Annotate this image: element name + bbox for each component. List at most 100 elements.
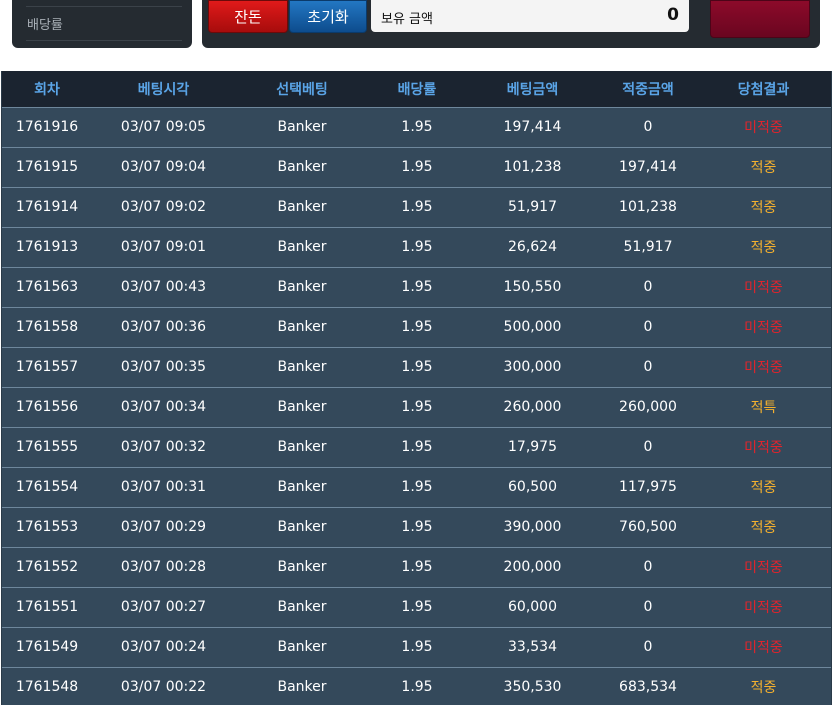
table-row: 1761549 03/07 00:24 Banker 1.95 33,534 0 미적중 <box>2 626 831 667</box>
bet-time-cell: 03/07 00:36 <box>92 306 235 347</box>
round-cell: 1761552 <box>2 546 92 587</box>
odds-cell: 1.95 <box>369 586 465 627</box>
round-header: 회차 <box>34 81 60 98</box>
table-row: 1761555 03/07 00:32 Banker 1.95 17,975 0 미적중 <box>2 426 831 467</box>
odds-cell: 1.95 <box>369 186 465 227</box>
selected-bet-cell: Banker <box>235 666 369 707</box>
result-cell: 미적중 <box>696 346 831 387</box>
bet-button[interactable] <box>710 0 810 38</box>
odds-cell: 1.95 <box>369 146 465 187</box>
table-header-row: 회차 베팅시각 선택베팅 배당률 베팅금액 적중금액 당첨결과 <box>2 71 831 107</box>
selected-bet-header: 선택베팅 <box>276 81 328 98</box>
selected-bet-cell: Banker <box>235 586 369 627</box>
bet-time-cell: 03/07 09:01 <box>92 226 235 267</box>
result-cell: 적중 <box>696 226 831 267</box>
table-row: 1761916 03/07 09:05 Banker 1.95 197,414 0 미적중 <box>2 106 831 147</box>
win-amount-header: 적중금액 <box>622 81 674 98</box>
selected-bet-cell: Banker <box>235 546 369 587</box>
odds-cell: 1.95 <box>369 466 465 507</box>
win-amount-cell: 683,534 <box>600 666 696 707</box>
selected-bet-cell: Banker <box>235 146 369 187</box>
balance-button[interactable]: 잔돈 <box>208 0 288 33</box>
odds-cell: 1.95 <box>369 106 465 147</box>
win-amount-cell: 0 <box>600 106 696 147</box>
reset-button[interactable]: 초기화 <box>289 0 367 33</box>
table-row: 1761563 03/07 00:43 Banker 1.95 150,550 0 미적중 <box>2 266 831 307</box>
win-amount-cell: 0 <box>600 306 696 347</box>
bet-time-cell: 03/07 00:35 <box>92 346 235 387</box>
win-amount-cell: 0 <box>600 266 696 307</box>
bet-time-cell: 03/07 00:43 <box>92 266 235 307</box>
bet-amount-cell: 260,000 <box>465 386 600 427</box>
selected-bet-cell: Banker <box>235 426 369 467</box>
round-cell: 1761563 <box>2 266 92 307</box>
win-amount-cell: 117,975 <box>600 466 696 507</box>
bet-amount-cell: 26,624 <box>465 226 600 267</box>
bet-time-cell: 03/07 00:28 <box>92 546 235 587</box>
round-cell: 1761551 <box>2 586 92 627</box>
bet-time-cell: 03/07 00:32 <box>92 426 235 467</box>
bet-time-cell: 03/07 00:34 <box>92 386 235 427</box>
win-amount-cell: 0 <box>600 626 696 667</box>
result-cell: 적중 <box>696 666 831 707</box>
win-amount-cell: 0 <box>600 546 696 587</box>
result-cell: 적특 <box>696 386 831 427</box>
result-cell: 적중 <box>696 186 831 227</box>
table-row: 1761556 03/07 00:34 Banker 1.95 260,000 260,0… <box>2 386 831 427</box>
selected-bet-cell: Banker <box>235 386 369 427</box>
result-cell: 적중 <box>696 466 831 507</box>
bet-amount-cell: 197,414 <box>465 106 600 147</box>
table-row: 1761548 03/07 00:22 Banker 1.95 350,530 683,5… <box>2 666 831 707</box>
bet-time-cell: 03/07 00:29 <box>92 506 235 547</box>
bet-amount-cell: 51,917 <box>465 186 600 227</box>
result-cell: 미적중 <box>696 426 831 467</box>
bet-amount-cell: 33,534 <box>465 626 600 667</box>
win-amount-cell: 0 <box>600 346 696 387</box>
selected-bet-cell: Banker <box>235 346 369 387</box>
table-row: 1761553 03/07 00:29 Banker 1.95 390,000 760,5… <box>2 506 831 547</box>
table-row: 1761915 03/07 09:04 Banker 1.95 101,238 197,4… <box>2 146 831 187</box>
bet-amount-cell: 60,500 <box>465 466 600 507</box>
round-cell: 1761549 <box>2 626 92 667</box>
result-header: 당첨결과 <box>737 81 790 98</box>
bet-time-cell: 03/07 00:31 <box>92 466 235 507</box>
table-row: 1761913 03/07 09:01 Banker 1.95 26,624 51,917… <box>2 226 831 267</box>
table-row: 1761558 03/07 00:36 Banker 1.95 500,000 0 미적중 <box>2 306 831 347</box>
odds-cell: 1.95 <box>369 546 465 587</box>
win-amount-cell: 197,414 <box>600 146 696 187</box>
selected-bet-cell: Banker <box>235 186 369 227</box>
bet-amount-cell: 101,238 <box>465 146 600 187</box>
odds-cell: 1.95 <box>369 226 465 267</box>
bet-amount-cell: 300,000 <box>465 346 600 387</box>
win-amount-cell: 0 <box>600 426 696 467</box>
odds-header: 배당률 <box>397 81 437 98</box>
bet-amount-header: 베팅금액 <box>506 81 559 98</box>
bet-amount-cell: 150,550 <box>465 266 600 307</box>
result-cell: 미적중 <box>696 586 831 627</box>
win-amount-cell: 101,238 <box>600 186 696 227</box>
selected-bet-cell: Banker <box>235 106 369 147</box>
win-amount-cell: 760,500 <box>600 506 696 547</box>
bet-amount-cell: 390,000 <box>465 506 600 547</box>
odds-cell: 1.95 <box>369 666 465 707</box>
top-controls: 배당률 잔돈 초기화 보유 금액 0 <box>0 0 832 62</box>
result-cell: 미적중 <box>696 626 831 667</box>
table-body: 1761916 03/07 09:05 Banker 1.95 197,414 0 미적중 1… <box>2 106 831 707</box>
selected-bet-cell: Banker <box>235 266 369 307</box>
round-cell: 1761916 <box>2 106 92 147</box>
win-amount-cell: 51,917 <box>600 226 696 267</box>
bet-amount-cell: 500,000 <box>465 306 600 347</box>
holding-amount-value: 0 <box>667 5 679 25</box>
result-cell: 미적중 <box>696 106 831 147</box>
selected-bet-cell: Banker <box>235 466 369 507</box>
table-row: 1761552 03/07 00:28 Banker 1.95 200,000 0 미적중 <box>2 546 831 587</box>
win-amount-cell: 260,000 <box>600 386 696 427</box>
win-amount-cell: 0 <box>600 586 696 627</box>
odds-cell: 1.95 <box>369 426 465 467</box>
bet-history-table: 회차 베팅시각 선택베팅 배당률 베팅금액 적중금액 당첨결과 1761916 03/07 0… <box>1 71 832 707</box>
bet-time-cell: 03/07 09:04 <box>92 146 235 187</box>
odds-cell: 1.95 <box>369 506 465 547</box>
table-row: 1761554 03/07 00:31 Banker 1.95 60,500 117,97… <box>2 466 831 507</box>
selected-bet-cell: Banker <box>235 506 369 547</box>
result-cell: 적중 <box>696 506 831 547</box>
